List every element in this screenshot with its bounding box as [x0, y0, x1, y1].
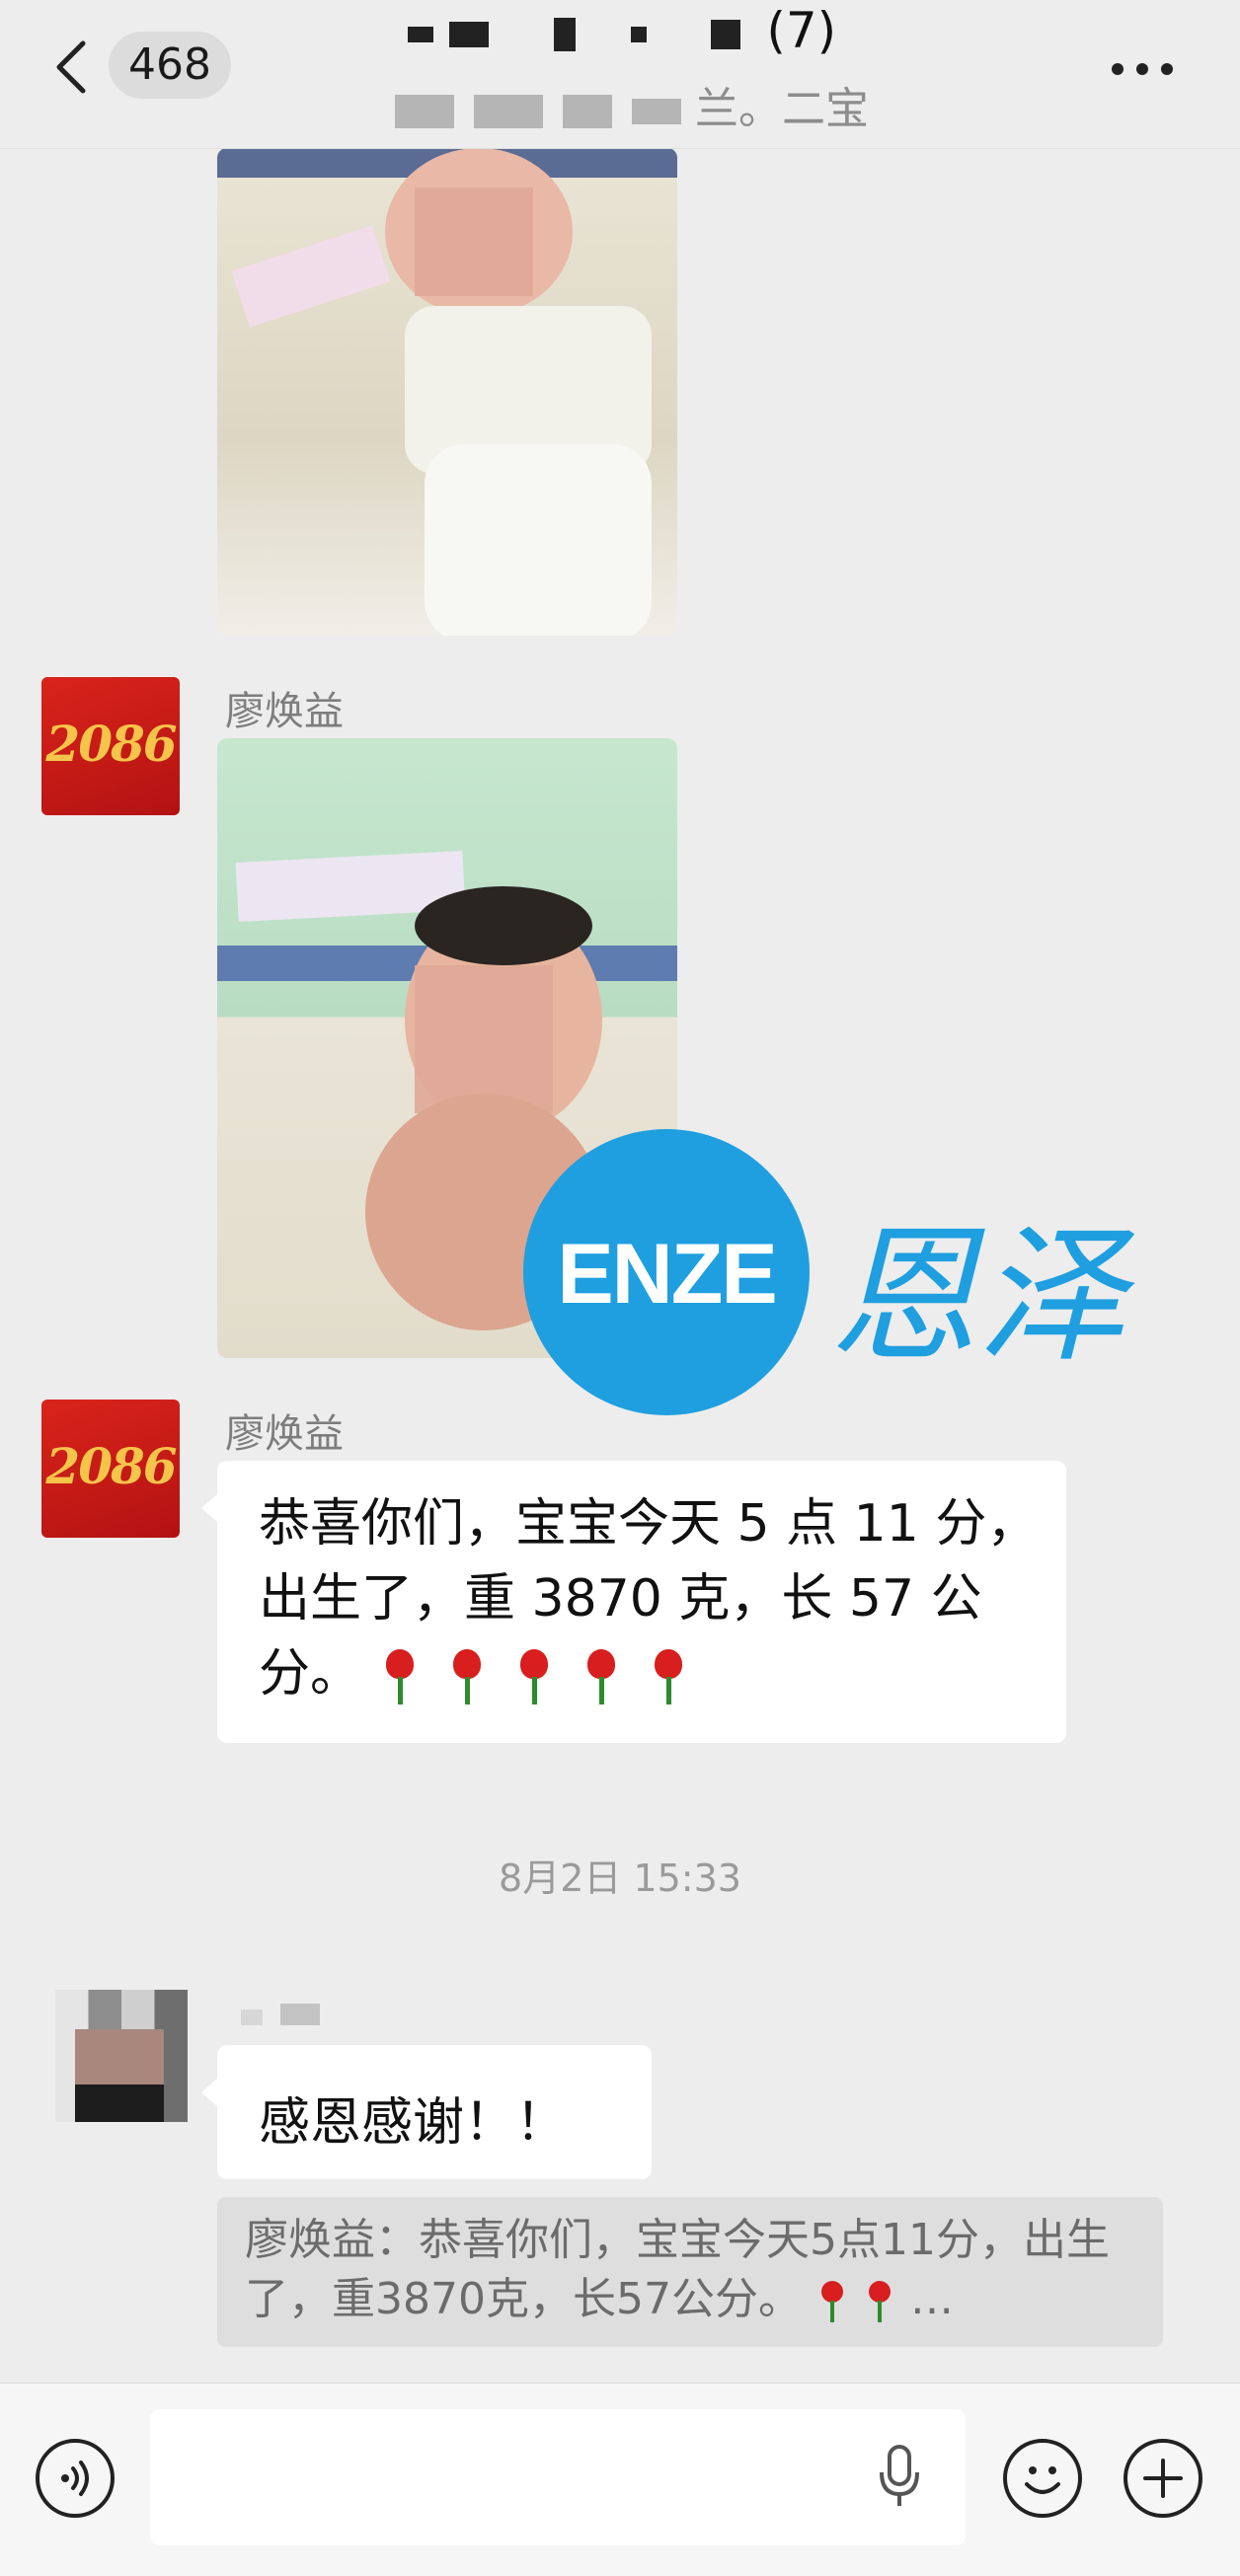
chat-subtitle-text: 兰。二宝 [695, 84, 869, 134]
image-detail [415, 965, 553, 1113]
rose-emoji-group [378, 1644, 714, 1706]
redacted-text [711, 19, 741, 49]
chat-title: (7) [346, 2, 898, 59]
rose-emoji [445, 1647, 491, 1706]
message-input[interactable] [150, 2409, 966, 2545]
quoted-message-text: 廖焕益：恭喜你们，宝宝今天5点11分，出生了，重3870克，长57公分。 … [245, 2215, 1110, 2324]
message-bubble[interactable]: 恭喜你们，宝宝今天 5 点 11 分，出生了，重 3870 克，长 57 公分。 [201, 1461, 1066, 1743]
back-arrow-icon[interactable] [51, 38, 91, 97]
unread-count-badge[interactable]: 468 [109, 32, 231, 99]
emoji-icon[interactable] [1003, 2439, 1082, 2518]
image-detail [75, 2029, 164, 2088]
redacted-text [632, 99, 681, 124]
redacted-sender-name [280, 2004, 320, 2025]
image-detail [425, 444, 652, 636]
sender-name: 廖焕益 [225, 1411, 344, 1457]
rose-emoji [512, 1647, 558, 1706]
redacted-text [563, 95, 612, 128]
avatar[interactable]: 2086 [41, 677, 180, 815]
more-icon[interactable] [1108, 49, 1177, 89]
avatar[interactable]: 2086 [41, 1400, 180, 1538]
image-detail [231, 225, 391, 328]
rose-emoji [863, 2279, 896, 2324]
redacted-text [448, 21, 489, 47]
chat-subtitle: 兰。二宝 [365, 73, 898, 136]
image-detail [415, 886, 592, 965]
sender-name: 廖焕益 [225, 689, 344, 734]
rose-emoji-group [815, 2274, 910, 2324]
redacted-text [630, 26, 647, 42]
message-bubble[interactable]: 感恩感谢！！ [201, 2045, 652, 2179]
chat-image-baby-photo[interactable] [217, 148, 677, 636]
redacted-text [407, 26, 433, 42]
voice-mode-icon[interactable] [36, 2439, 115, 2518]
redacted-sender-name [241, 2009, 263, 2025]
message-text: 恭喜你们，宝宝今天 5 点 11 分，出生了，重 3870 克，长 57 公分。 [259, 1486, 1048, 1711]
redacted-text [395, 95, 454, 128]
chat-header: 468 (7) 兰。二宝 [0, 0, 1240, 149]
quoted-message[interactable]: 廖焕益：恭喜你们，宝宝今天5点11分，出生了，重3870克，长57公分。 … [217, 2197, 1163, 2347]
avatar[interactable] [55, 1990, 188, 2122]
chat-title-member-count: (7) [766, 2, 837, 59]
rose-emoji [580, 1647, 625, 1706]
image-detail [75, 2084, 164, 2122]
input-toolbar [0, 2383, 1240, 2576]
microphone-icon[interactable] [877, 2445, 922, 2510]
watermark-logo: ENZE [523, 1129, 810, 1415]
plus-icon[interactable] [1124, 2439, 1202, 2518]
redacted-text [553, 17, 576, 51]
rose-emoji [647, 1647, 692, 1706]
message-text: 感恩感谢！！ [259, 2093, 568, 2153]
image-detail [415, 188, 533, 296]
watermark-chinese: 恩泽 [829, 1211, 1126, 1383]
rose-emoji [378, 1647, 424, 1706]
redacted-text [474, 95, 543, 128]
timestamp: 8月2日 15:33 [499, 1856, 741, 1900]
rose-emoji [815, 2279, 849, 2324]
